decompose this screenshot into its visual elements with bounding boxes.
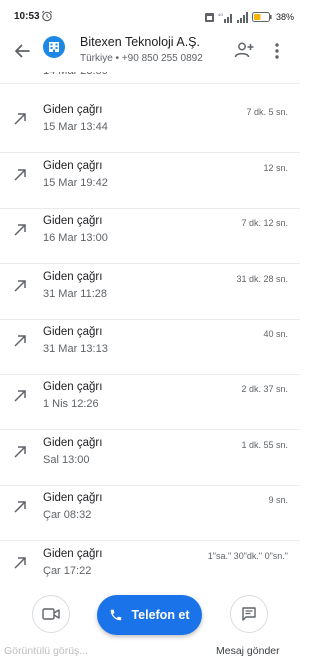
call-type: Giden çağrı (43, 271, 103, 283)
building-icon (49, 42, 59, 52)
video-call-icon (42, 608, 60, 620)
outgoing-call-arrow-icon (14, 557, 26, 569)
avatar (43, 36, 65, 58)
contact-name: Bitexen Teknoloji A.Ş. (80, 35, 200, 49)
call-time: 15 Mar 19:42 (43, 177, 108, 189)
action-bar: Görüntülü görüş... Telefon et Mesaj gönd… (0, 585, 300, 667)
more-vertical-icon[interactable] (270, 41, 284, 61)
call-button-label: Telefon et (131, 608, 190, 622)
sim-card-icon (204, 12, 214, 22)
divider (0, 83, 300, 84)
call-row[interactable]: Giden çağrı 31 Mar 13:13 40 sn. (0, 325, 300, 380)
divider (0, 374, 300, 375)
call-row[interactable]: Giden çağrı Çar 17:22 1"sa." 30"dk." 0"s… (0, 547, 300, 582)
call-duration: 40 sn. (263, 329, 288, 339)
call-duration: 12 sn. (263, 163, 288, 173)
message-icon (242, 607, 256, 621)
phone-icon (111, 609, 122, 621)
call-time: 16 Mar 13:00 (43, 232, 108, 244)
outgoing-call-arrow-icon (14, 169, 26, 181)
divider (0, 429, 300, 430)
outgoing-call-arrow-icon (14, 280, 26, 292)
call-duration: 1"sa." 30"dk." 0"sn." (207, 551, 288, 561)
call-duration: 7 dk. 12 sn. (241, 218, 288, 228)
status-indicators: 4G 38% (204, 10, 294, 24)
call-time: 31 Mar 13:13 (43, 343, 108, 355)
call-button[interactable]: Telefon et (97, 595, 202, 635)
call-time: 1 Nis 12:26 (43, 398, 99, 410)
call-duration: 7 dk. 5 sn. (246, 107, 288, 117)
call-time: 15 Mar 13:44 (43, 121, 108, 133)
call-row[interactable]: Giden çağrı Çar 08:32 9 sn. (0, 491, 300, 546)
divider (0, 485, 300, 486)
call-type: Giden çağrı (43, 437, 103, 449)
call-row[interactable]: Giden çağrı 15 Mar 13:44 7 dk. 5 sn. (0, 103, 300, 158)
arrow-left-icon[interactable] (12, 41, 32, 61)
divider (0, 152, 300, 153)
call-row[interactable]: Giden çağrı Sal 13:00 1 dk. 55 sn. (0, 436, 300, 491)
video-call-button[interactable] (32, 595, 70, 633)
call-history-list[interactable]: 14 Mar 23:59 Giden çağrı 15 Mar 13:44 7 … (0, 62, 300, 582)
call-type: Giden çağrı (43, 104, 103, 116)
video-call-label: Görüntülü görüş... (4, 645, 89, 657)
contact-header: Bitexen Teknoloji A.Ş. Türkiye • +90 850… (0, 34, 300, 72)
signal-icon: 4G (218, 12, 232, 23)
outgoing-call-arrow-icon (14, 113, 26, 125)
call-row[interactable]: Giden çağrı 1 Nis 12:26 2 dk. 37 sn. (0, 380, 300, 435)
call-type: Giden çağrı (43, 215, 103, 227)
call-duration: 9 sn. (268, 495, 288, 505)
call-row[interactable]: Giden çağrı 16 Mar 13:00 7 dk. 12 sn. (0, 214, 300, 269)
status-bar: 10:53 4G 38% (0, 0, 300, 34)
call-type: Giden çağrı (43, 548, 103, 560)
person-add-icon[interactable] (234, 41, 254, 59)
outgoing-call-arrow-icon (14, 335, 26, 347)
message-label: Mesaj gönder (216, 645, 280, 657)
svg-text:4G: 4G (218, 12, 223, 17)
call-time: Çar 08:32 (43, 509, 92, 521)
battery-icon (251, 12, 272, 22)
message-button[interactable] (230, 595, 268, 633)
call-type: Giden çağrı (43, 381, 103, 393)
call-duration: 1 dk. 55 sn. (241, 440, 288, 450)
call-type: Giden çağrı (43, 492, 103, 504)
outgoing-call-arrow-icon (14, 390, 26, 402)
signal-icon-2 (236, 11, 248, 23)
battery-percent: 38% (275, 12, 294, 22)
divider (0, 540, 300, 541)
call-row[interactable]: Giden çağrı 15 Mar 19:42 12 sn. (0, 159, 300, 214)
call-duration: 31 dk. 28 sn. (236, 274, 288, 284)
call-time: 31 Mar 11:28 (43, 288, 108, 300)
status-time: 10:53 (14, 11, 40, 22)
call-time: Çar 17:22 (43, 565, 92, 577)
call-type: Giden çağrı (43, 160, 103, 172)
call-row[interactable]: Giden çağrı 31 Mar 11:28 31 dk. 28 sn. (0, 270, 300, 325)
divider (0, 208, 300, 209)
alarm-icon (41, 10, 53, 22)
outgoing-call-arrow-icon (14, 224, 26, 236)
call-duration: 2 dk. 37 sn. (241, 384, 288, 394)
outgoing-call-arrow-icon (14, 501, 26, 513)
divider (0, 263, 300, 264)
divider (0, 319, 300, 320)
call-type: Giden çağrı (43, 326, 103, 338)
call-time: Sal 13:00 (43, 454, 90, 466)
outgoing-call-arrow-icon (14, 446, 26, 458)
contact-phone: Türkiye • +90 850 255 0892 (80, 53, 203, 64)
